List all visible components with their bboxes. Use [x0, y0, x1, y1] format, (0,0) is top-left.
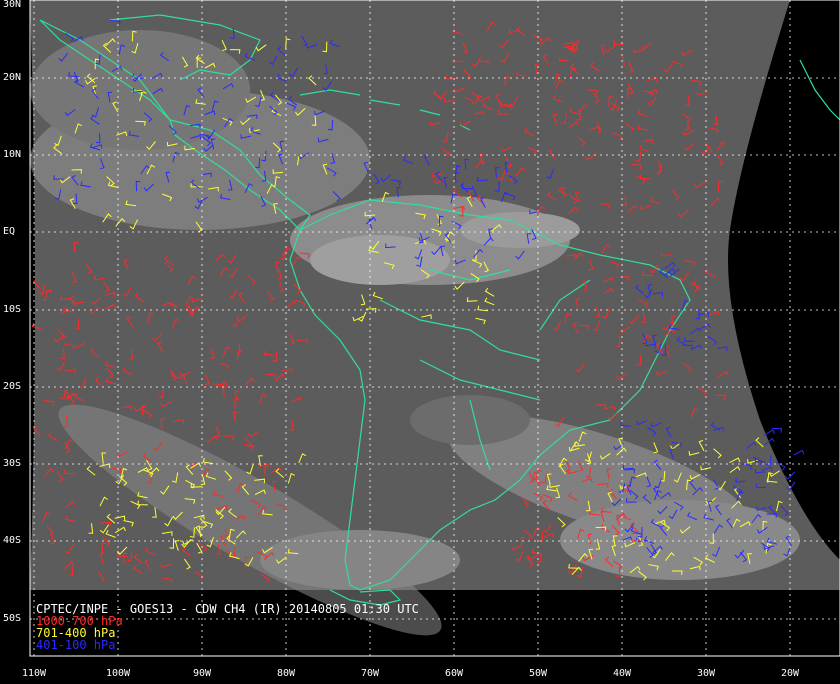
longitude-label: 50W	[528, 668, 548, 679]
wind-barb	[793, 449, 805, 456]
latitude-label: 50S	[3, 613, 22, 624]
longitude-label: 110W	[21, 668, 47, 679]
latitude-label: 30S	[3, 458, 22, 469]
latitude-label: 30N	[3, 0, 22, 10]
longitude-label: 60W	[444, 668, 464, 679]
longitude-label: 100W	[105, 668, 131, 679]
latitude-label: 20N	[3, 72, 22, 83]
latitude-label: EQ	[3, 226, 16, 237]
latitude-label: 20S	[3, 381, 22, 392]
longitude-label: 40W	[612, 668, 632, 679]
legend-high-level: 401-100 hPa	[36, 638, 116, 652]
satellite-map: 30N 20N 10N EQ 10S 20S 30S 40S 50S 110W 100W 90W 80…	[0, 0, 840, 680]
longitude-label: 70W	[360, 668, 380, 679]
longitude-label: 80W	[276, 668, 296, 679]
wind-barb	[764, 429, 775, 436]
longitude-label: 30W	[696, 668, 716, 679]
longitude-label: 20W	[780, 668, 800, 679]
latitude-label: 40S	[3, 535, 22, 546]
map-caption: CPTEC/INPE - GOES13 - CDW CH4 (IR) 20140…	[36, 603, 419, 651]
latitude-label: 10S	[3, 304, 22, 315]
latitude-label: 10N	[3, 149, 22, 160]
africa-coast	[799, 59, 840, 121]
longitude-label: 90W	[192, 668, 212, 679]
